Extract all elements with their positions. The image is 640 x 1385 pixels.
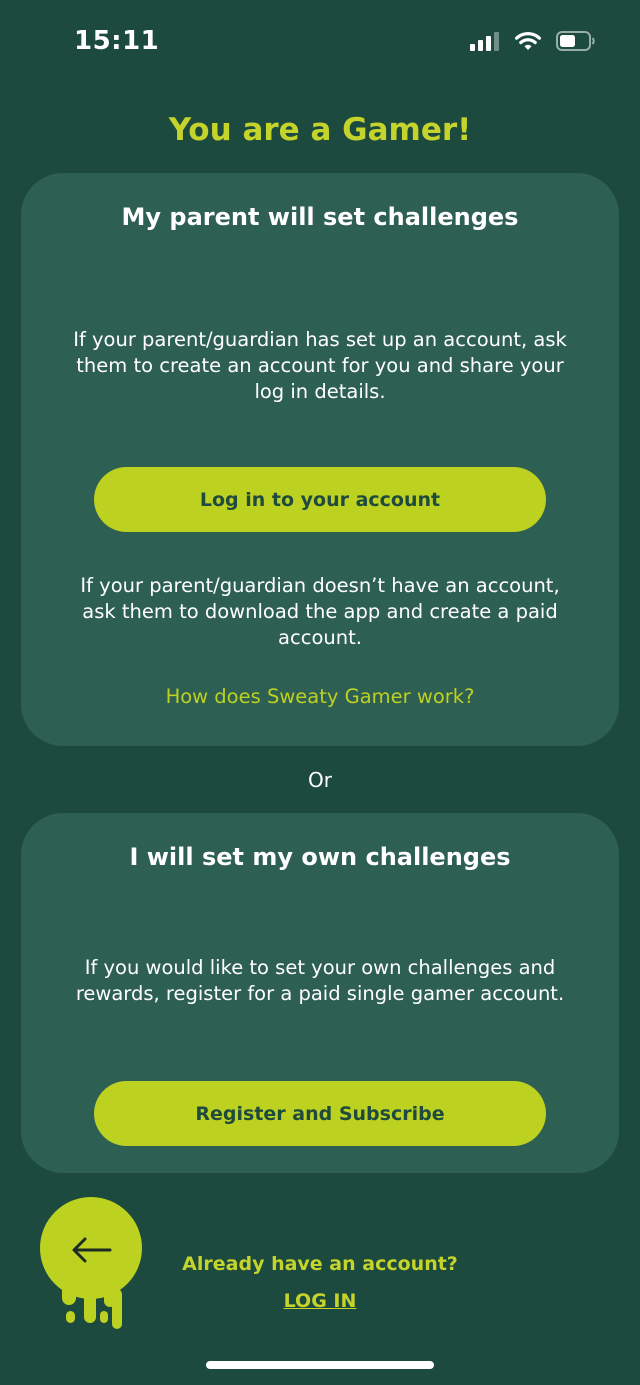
back-button[interactable] [40, 1197, 144, 1332]
parent-card-download-text: If your parent/guardian doesn’t have an … [80, 574, 560, 649]
wifi-icon [515, 32, 541, 50]
how-it-works-link[interactable]: How does Sweaty Gamer work? [21, 685, 619, 708]
already-have-account-text: Already have an account? [182, 1253, 458, 1275]
parent-card-text: If your parent/guardian has set up an ac… [73, 328, 567, 403]
status-bar: 15:11 [0, 0, 640, 90]
battery-icon [556, 31, 595, 51]
arrow-left-icon [72, 1237, 112, 1263]
own-card-text: If you would like to set your own challe… [75, 956, 565, 1005]
parent-challenges-card: My parent will set challenges If your pa… [21, 173, 619, 746]
parent-card-title: My parent will set challenges [121, 203, 519, 231]
cellular-signal-icon [470, 32, 499, 51]
log-in-account-button[interactable]: Log in to your account [94, 467, 546, 532]
status-time: 15:11 [74, 26, 160, 56]
home-indicator [206, 1361, 434, 1369]
own-card-title: I will set my own challenges [129, 843, 511, 871]
own-challenges-card: I will set my own challenges If you woul… [21, 813, 619, 1173]
or-divider: Or [308, 768, 332, 792]
page-title: You are a Gamer! [168, 112, 472, 148]
register-subscribe-button[interactable]: Register and Subscribe [94, 1081, 546, 1146]
status-icons [470, 30, 596, 52]
log-in-link[interactable]: LOG IN [240, 1290, 400, 1312]
